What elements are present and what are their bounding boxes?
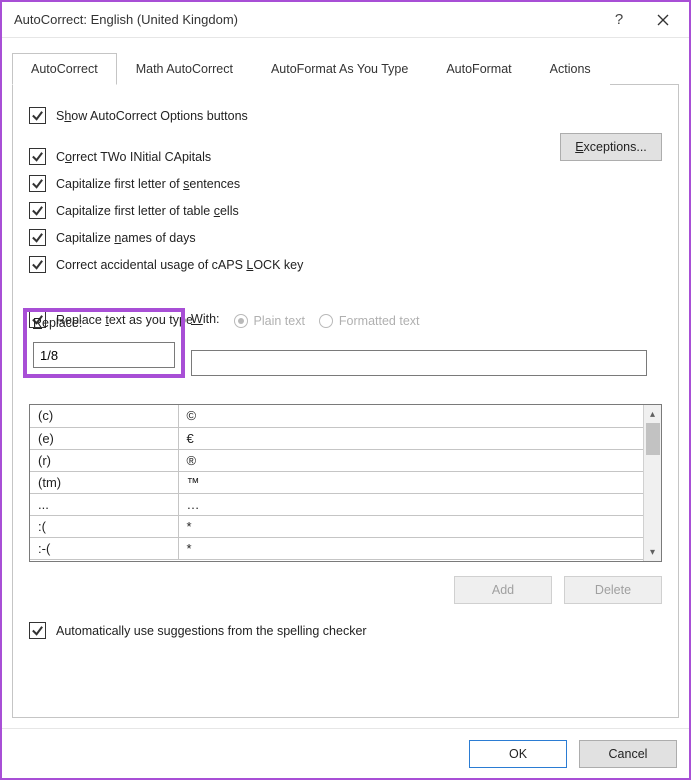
show-options-label[interactable]: Show AutoCorrect Options buttons [56, 109, 248, 123]
scroll-up-icon[interactable]: ▴ [644, 405, 661, 423]
dialog-footer: OK Cancel [2, 728, 689, 778]
use-spellcheck-suggestions-label[interactable]: Automatically use suggestions from the s… [56, 624, 367, 638]
tab-math-autocorrect[interactable]: Math AutoCorrect [117, 53, 252, 85]
autocorrect-panel: Show AutoCorrect Options buttons Correct… [12, 85, 679, 718]
table-row[interactable]: ...… [30, 493, 643, 515]
replace-label: Replace: [33, 316, 82, 330]
check-icon [31, 231, 44, 244]
table-scrollbar[interactable]: ▴ ▾ [643, 405, 661, 561]
check-icon [31, 109, 44, 122]
autocorrect-dialog: AutoCorrect: English (United Kingdom) ? … [0, 0, 691, 780]
check-icon [31, 177, 44, 190]
autocorrect-table: (c)©(e)€(r)®(tm)™...…:(*:-(* ▴ ▾ [29, 404, 662, 562]
two-initial-caps-checkbox[interactable] [29, 148, 46, 165]
names-of-days-checkbox[interactable] [29, 229, 46, 246]
replace-to-cell: … [178, 493, 643, 515]
radio-icon [234, 314, 248, 328]
first-letter-sentences-label[interactable]: Capitalize first letter of sentences [56, 177, 240, 191]
first-letter-sentences-checkbox[interactable] [29, 175, 46, 192]
show-options-checkbox[interactable] [29, 107, 46, 124]
first-letter-cells-checkbox[interactable] [29, 202, 46, 219]
with-label: With: [191, 312, 220, 326]
replace-to-cell: € [178, 427, 643, 449]
tab-autoformat[interactable]: AutoFormat [427, 53, 530, 85]
replace-from-cell: (e) [30, 427, 178, 449]
replace-from-cell: (r) [30, 449, 178, 471]
tab-autocorrect[interactable]: AutoCorrect [12, 53, 117, 85]
with-input[interactable] [191, 350, 647, 376]
caps-lock-checkbox[interactable] [29, 256, 46, 273]
tab-autoformat-as-you-type[interactable]: AutoFormat As You Type [252, 53, 427, 85]
tab-actions[interactable]: Actions [531, 53, 610, 85]
caps-lock-label[interactable]: Correct accidental usage of cAPS LOCK ke… [56, 258, 303, 272]
help-button[interactable]: ? [597, 5, 641, 35]
table-row[interactable]: (c)© [30, 405, 643, 427]
replace-from-cell: :( [30, 515, 178, 537]
table-row[interactable]: :(* [30, 515, 643, 537]
use-spellcheck-suggestions-checkbox[interactable] [29, 622, 46, 639]
close-button[interactable] [641, 5, 685, 35]
first-letter-cells-label[interactable]: Capitalize first letter of table cells [56, 204, 239, 218]
check-icon [31, 150, 44, 163]
replace-to-cell: © [178, 405, 643, 427]
cancel-button[interactable]: Cancel [579, 740, 677, 768]
ok-button[interactable]: OK [469, 740, 567, 768]
scroll-down-icon[interactable]: ▾ [644, 543, 661, 561]
plain-text-radio: Plain text [234, 314, 305, 328]
table-row[interactable]: (e)€ [30, 427, 643, 449]
names-of-days-label[interactable]: Capitalize names of days [56, 231, 196, 245]
table-row[interactable]: (r)® [30, 449, 643, 471]
replace-input[interactable] [33, 342, 175, 368]
add-button: Add [454, 576, 552, 604]
check-icon [31, 204, 44, 217]
replace-to-cell: ® [178, 449, 643, 471]
check-icon [31, 258, 44, 271]
replace-from-cell: :-( [30, 537, 178, 559]
replace-from-cell: ... [30, 493, 178, 515]
replace-highlight-box: Replace: [23, 308, 185, 378]
table-row[interactable]: (tm)™ [30, 471, 643, 493]
replace-to-cell: ™ [178, 471, 643, 493]
radio-icon [319, 314, 333, 328]
close-icon [657, 14, 669, 26]
delete-button: Delete [564, 576, 662, 604]
formatted-text-radio: Formatted text [319, 314, 420, 328]
replace-to-cell: * [178, 515, 643, 537]
table-row[interactable]: :-(* [30, 537, 643, 559]
replace-to-cell: * [178, 537, 643, 559]
check-icon [31, 624, 44, 637]
two-initial-caps-label[interactable]: Correct TWo INitial CApitals [56, 150, 211, 164]
replace-from-cell: (c) [30, 405, 178, 427]
scrollbar-thumb[interactable] [646, 423, 660, 455]
title-bar: AutoCorrect: English (United Kingdom) ? [2, 2, 689, 38]
tab-bar: AutoCorrect Math AutoCorrect AutoFormat … [12, 52, 679, 85]
exceptions-button[interactable]: EExceptions...xceptions... [560, 133, 662, 161]
window-title: AutoCorrect: English (United Kingdom) [14, 12, 597, 27]
replace-from-cell: (tm) [30, 471, 178, 493]
